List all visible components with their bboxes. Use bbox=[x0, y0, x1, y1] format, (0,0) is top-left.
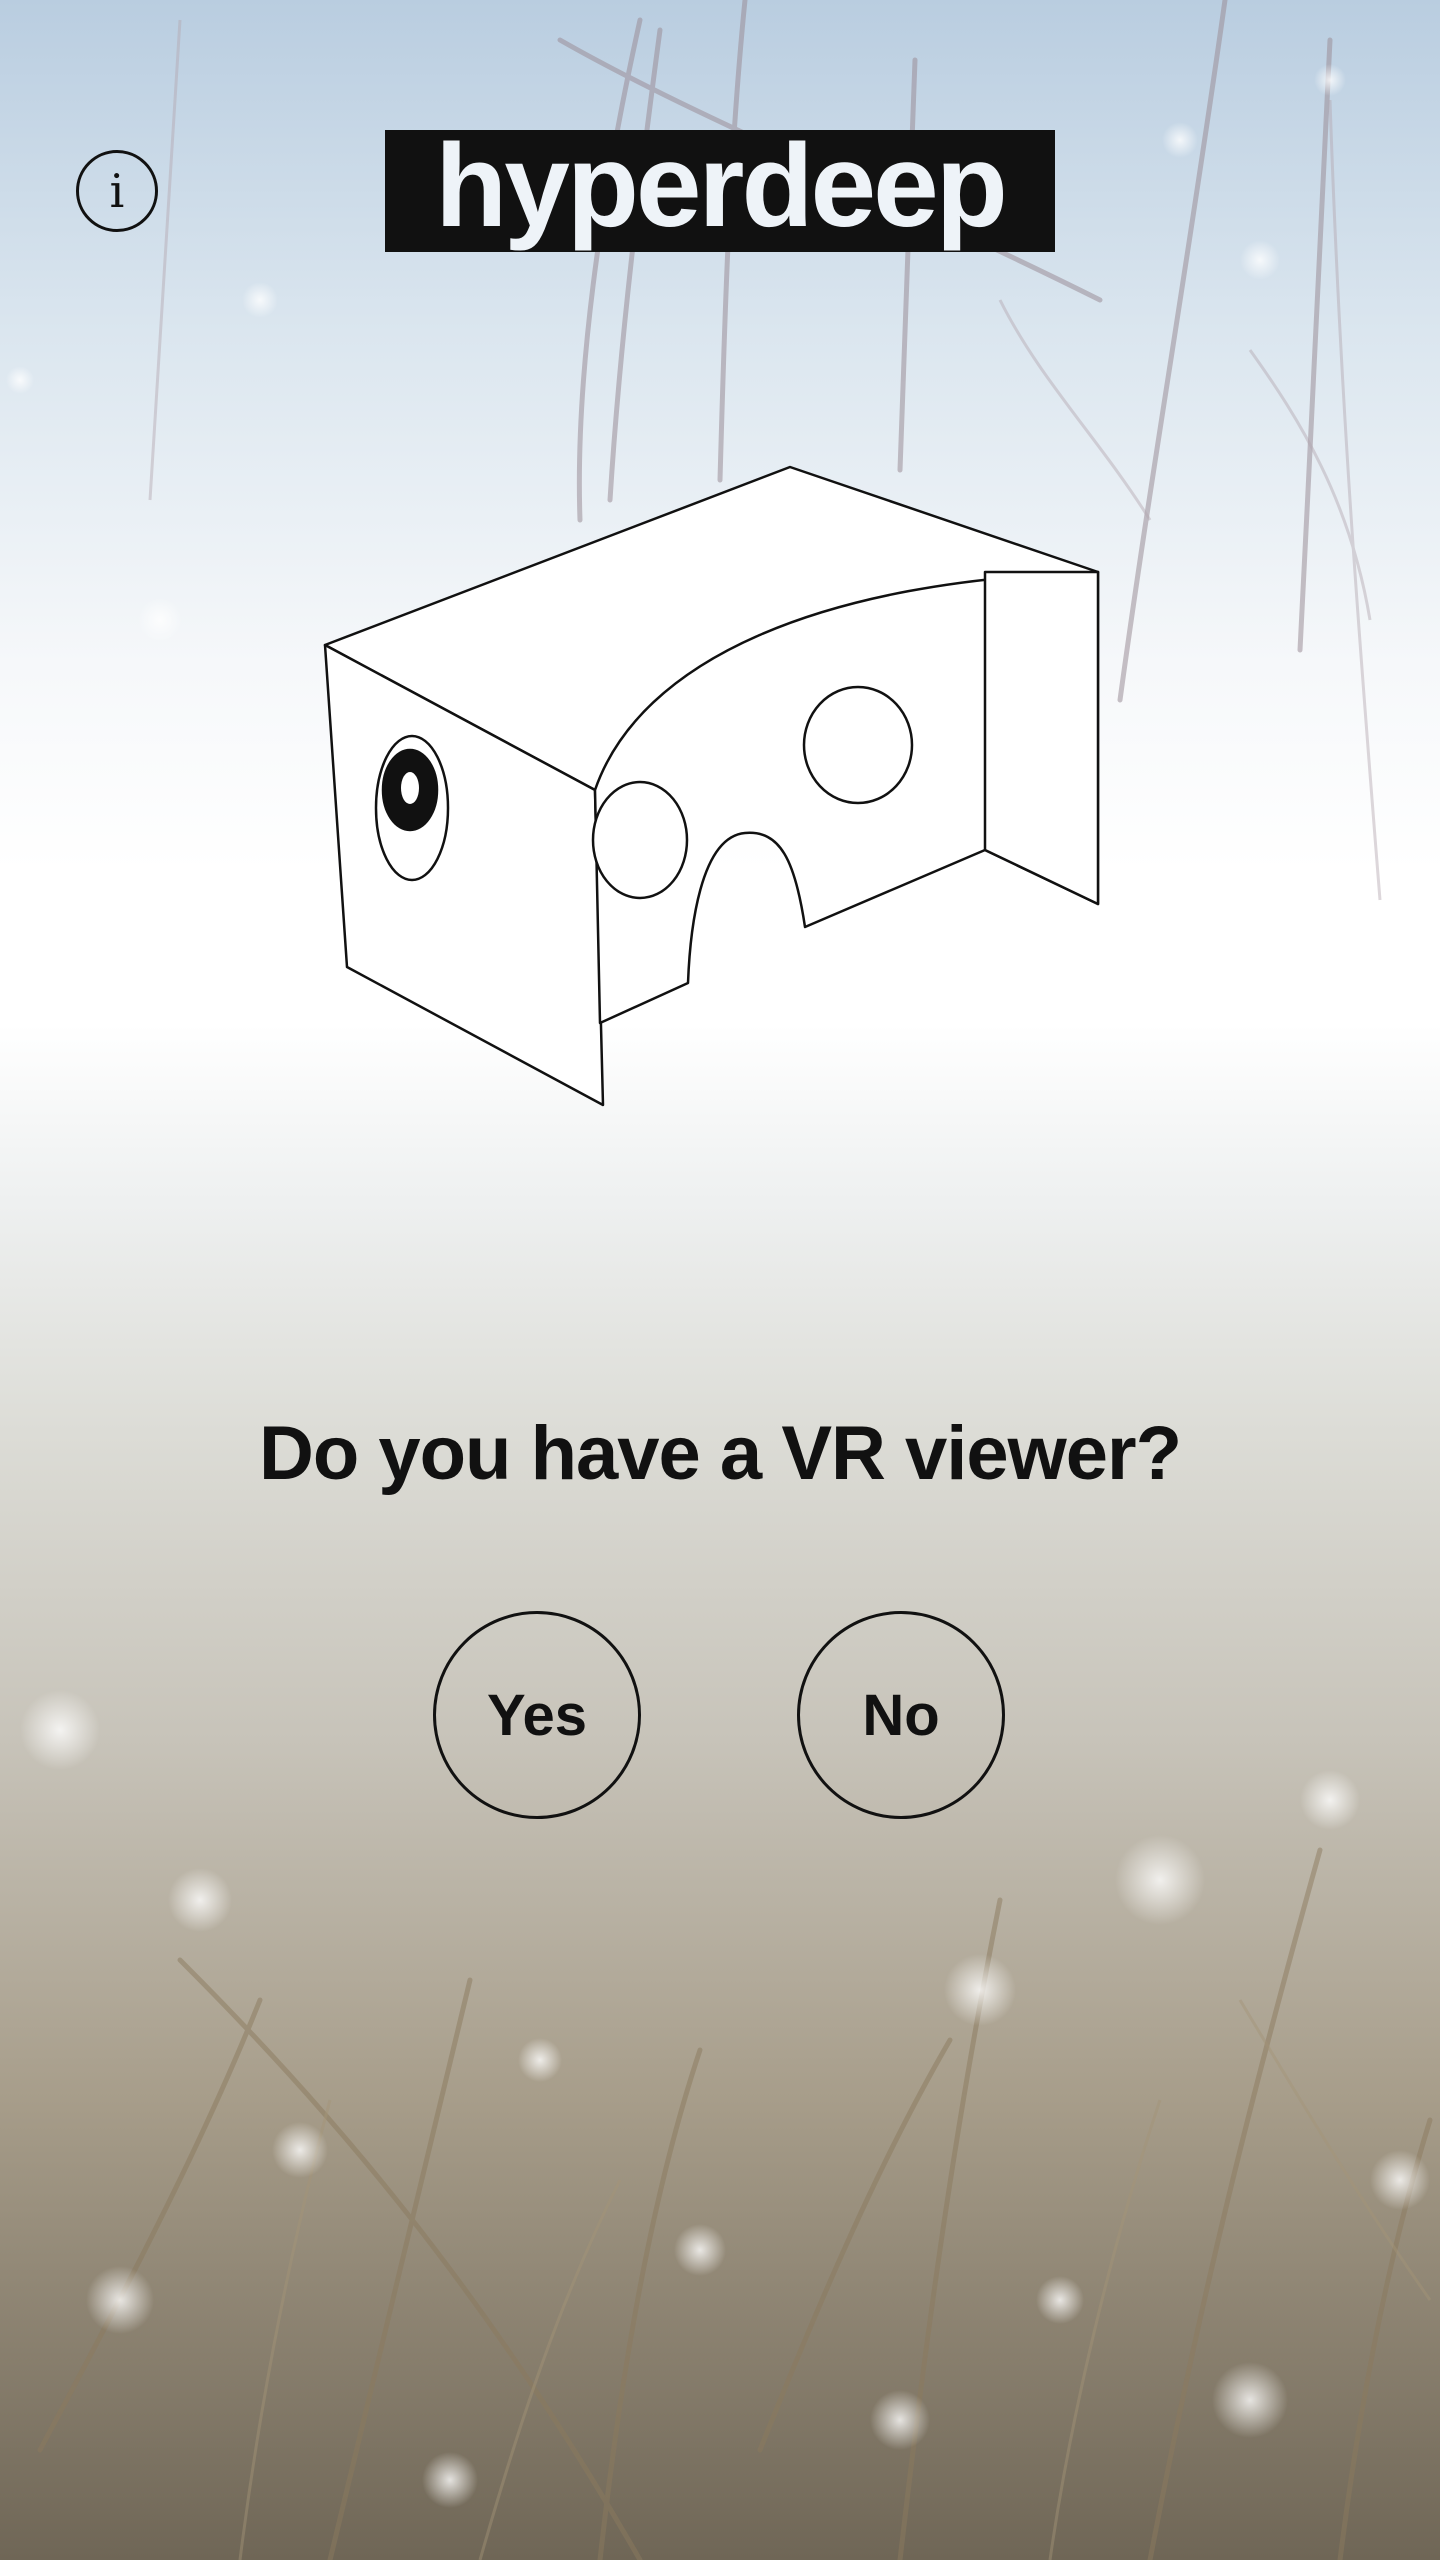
background-photo bbox=[0, 0, 1440, 2560]
viewer-right-flap bbox=[983, 570, 1100, 906]
info-icon: i bbox=[109, 164, 125, 218]
viewer-right-lens bbox=[802, 685, 914, 805]
viewer-question: Do you have a VR viewer? bbox=[258, 1411, 1182, 1496]
logo-text: hyperdeep bbox=[435, 120, 1008, 252]
no-button[interactable]: No bbox=[797, 1611, 1005, 1819]
app-logo: hyperdeep bbox=[385, 120, 1055, 252]
yes-button[interactable]: Yes bbox=[433, 1611, 641, 1819]
vr-viewer-icon bbox=[320, 460, 1110, 1110]
viewer-left-lens bbox=[591, 780, 689, 900]
info-button[interactable]: i bbox=[76, 150, 158, 232]
